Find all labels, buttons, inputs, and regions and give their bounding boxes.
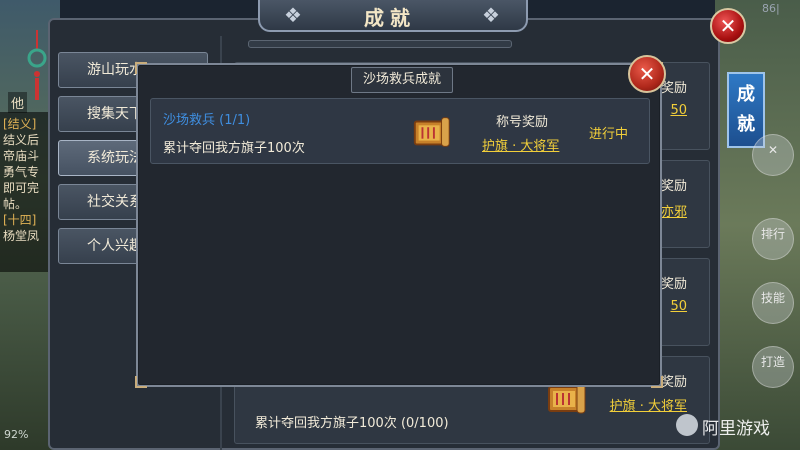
row-reward-value[interactable]: 护旗 · 大将军 bbox=[610, 395, 687, 414]
ranking-label: 排行 bbox=[760, 227, 785, 241]
top-right-number: 86| bbox=[762, 2, 780, 15]
row-reward-value[interactable]: 50 bbox=[670, 103, 687, 118]
close-icon: ✕ bbox=[719, 14, 737, 38]
reward-title-link[interactable]: 护旗 · 大将军 bbox=[482, 135, 559, 154]
row-reward-label: 奖励 bbox=[660, 277, 687, 292]
tab-achievement[interactable]: 成就 bbox=[727, 72, 765, 148]
popup-close-button[interactable]: ✕ bbox=[628, 55, 666, 93]
row-reward-value[interactable]: 50 bbox=[670, 299, 687, 314]
watermark-text: 阿里游戏 bbox=[702, 419, 770, 439]
skill-icon[interactable]: 技能 bbox=[752, 282, 794, 324]
forge-icon[interactable]: 打造 bbox=[752, 346, 794, 388]
row-reward-label: 奖励 bbox=[660, 179, 687, 194]
popup-corner-ornament bbox=[135, 376, 147, 388]
row-reward-value[interactable]: 亦邪 bbox=[661, 201, 687, 220]
row-reward-label: 奖励 bbox=[660, 375, 687, 390]
row-description: 累计夺回我方旗子100次 (0/100) bbox=[255, 416, 449, 431]
reward-type-label: 称号奖励 bbox=[496, 115, 549, 130]
popup-title: 沙场救兵成就 bbox=[351, 67, 453, 93]
popup-corner-ornament bbox=[651, 376, 663, 388]
tab-achievement-label: 成就 bbox=[737, 84, 755, 135]
window-title: 成就 bbox=[364, 6, 416, 30]
list-scrollbar[interactable] bbox=[248, 40, 512, 48]
scroll-reward-icon bbox=[413, 117, 450, 147]
achievement-status: 进行中 bbox=[589, 127, 629, 142]
achievement-name: 沙场救兵 (1/1) bbox=[163, 113, 251, 128]
popup-corner-ornament bbox=[135, 62, 147, 74]
title-ornament-left-icon: ❖ bbox=[284, 3, 302, 27]
forge-label: 打造 bbox=[760, 355, 785, 369]
close-window-button[interactable]: ✕ bbox=[710, 8, 746, 44]
achievement-item[interactable]: 沙场救兵 (1/1) 累计夺回我方旗子100次 称号奖励 护旗 · 大将军 进行… bbox=[150, 98, 650, 164]
watermark-logo-icon bbox=[676, 414, 698, 436]
status-percent: 92% bbox=[4, 428, 29, 441]
ranking-icon[interactable]: 排行 bbox=[752, 218, 794, 260]
achievement-description: 累计夺回我方旗子100次 bbox=[163, 141, 305, 156]
close-icon: ✕ bbox=[638, 62, 656, 86]
skill-label: 技能 bbox=[760, 291, 785, 305]
chat-side-char: 他 bbox=[8, 92, 28, 113]
title-ornament-right-icon: ❖ bbox=[482, 3, 500, 27]
close-side-icon[interactable]: ✕ bbox=[752, 134, 794, 176]
